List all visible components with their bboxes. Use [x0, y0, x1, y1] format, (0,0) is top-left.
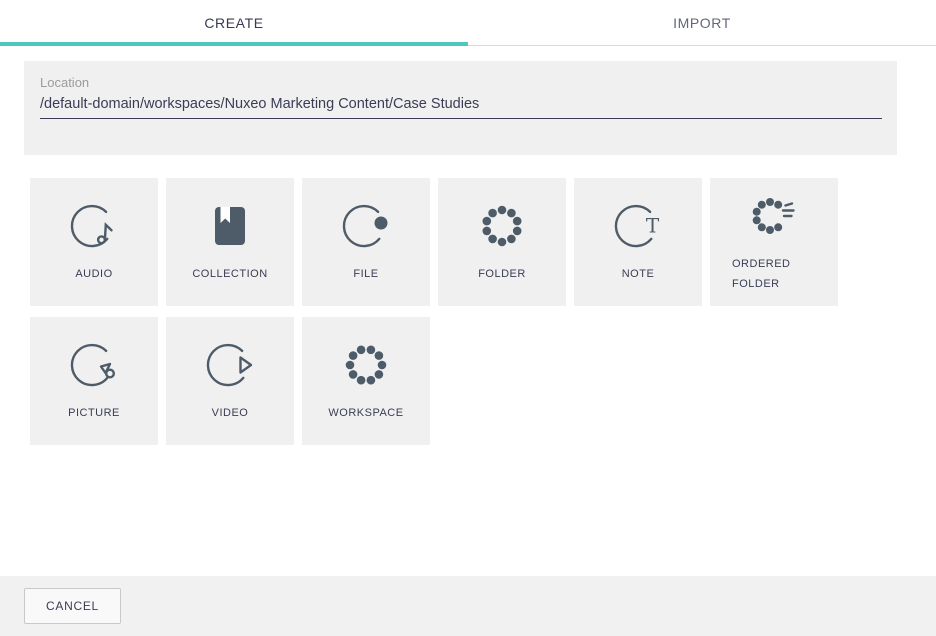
- picture-icon: [69, 340, 119, 390]
- tile-collection[interactable]: COLLECTION: [166, 178, 294, 306]
- doc-type-label: FILE: [353, 264, 378, 284]
- doc-type-label: AUDIO: [75, 264, 112, 284]
- workspace-icon: [341, 340, 391, 390]
- video-icon: [205, 340, 255, 390]
- tile-ordered-folder[interactable]: ORDERED FOLDER: [710, 178, 838, 306]
- doc-type-label: NOTE: [622, 264, 655, 284]
- footer-bar: CANCEL: [0, 576, 936, 636]
- doc-type-label: VIDEO: [212, 403, 249, 423]
- doc-type-label: FOLDER: [478, 264, 526, 284]
- tab-create[interactable]: CREATE: [0, 0, 468, 46]
- collection-icon: [205, 201, 255, 251]
- audio-icon: [69, 201, 119, 251]
- note-icon: T: [613, 201, 663, 251]
- tile-file[interactable]: FILE: [302, 178, 430, 306]
- location-section: Location: [24, 61, 897, 155]
- doc-type-grid: AUDIO COLLECTION FILE FOLDER T NOTE: [30, 178, 838, 445]
- tile-video[interactable]: VIDEO: [166, 317, 294, 445]
- cancel-button[interactable]: CANCEL: [24, 588, 121, 624]
- tile-folder[interactable]: FOLDER: [438, 178, 566, 306]
- ordered-folder-icon: [749, 191, 799, 241]
- tile-audio[interactable]: AUDIO: [30, 178, 158, 306]
- doc-type-label: ORDERED FOLDER: [732, 254, 816, 294]
- tile-note[interactable]: T NOTE: [574, 178, 702, 306]
- svg-text:T: T: [646, 213, 660, 237]
- doc-type-label: WORKSPACE: [328, 403, 403, 423]
- file-icon: [341, 201, 391, 251]
- doc-type-label: COLLECTION: [192, 264, 267, 284]
- location-label: Location: [40, 75, 882, 90]
- folder-icon: [477, 201, 527, 251]
- tab-import[interactable]: IMPORT: [468, 0, 936, 46]
- location-path-input[interactable]: [40, 94, 882, 119]
- tile-picture[interactable]: PICTURE: [30, 317, 158, 445]
- dialog-tabbar: CREATE IMPORT: [0, 0, 936, 46]
- tile-workspace[interactable]: WORKSPACE: [302, 317, 430, 445]
- doc-type-label: PICTURE: [68, 403, 120, 423]
